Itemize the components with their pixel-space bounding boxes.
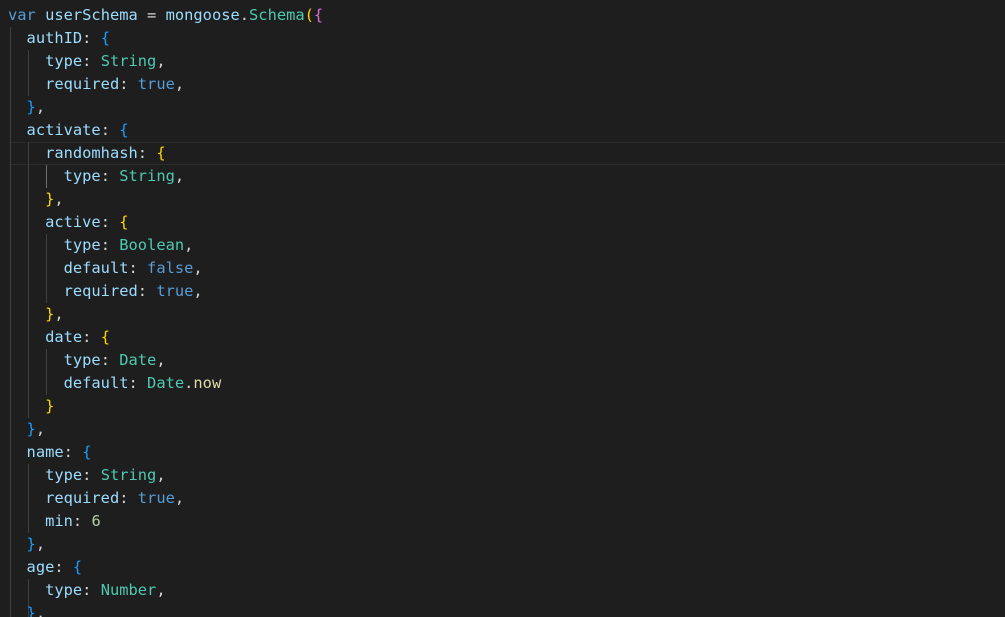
code-line-text: authID: {: [26, 29, 110, 47]
code-line[interactable]: min: 6: [0, 510, 1005, 533]
code-line[interactable]: },: [0, 602, 1005, 617]
code-line[interactable]: type: Date,: [0, 349, 1005, 372]
code-line[interactable]: },: [0, 533, 1005, 556]
code-line[interactable]: active: {: [0, 211, 1005, 234]
code-line[interactable]: name: {: [0, 441, 1005, 464]
code-line-text: type: Date,: [63, 351, 166, 369]
code-line-text: },: [26, 420, 46, 438]
code-line[interactable]: activate: {: [0, 119, 1005, 142]
code-line-text: type: Number,: [45, 581, 166, 599]
code-line-text: age: {: [26, 558, 83, 576]
code-line[interactable]: type: String,: [0, 165, 1005, 188]
code-line-text: type: String,: [45, 466, 166, 484]
code-line[interactable]: },: [0, 418, 1005, 441]
code-line-text: type: String,: [45, 52, 166, 70]
code-line-text: min: 6: [45, 512, 101, 530]
code-line-text: },: [26, 604, 46, 617]
code-line-text: active: {: [45, 213, 129, 231]
code-line[interactable]: },: [0, 188, 1005, 211]
code-line[interactable]: }: [0, 395, 1005, 418]
code-line-text: var userSchema = mongoose.Schema({: [8, 6, 324, 24]
code-line[interactable]: },: [0, 303, 1005, 326]
code-line-text: required: true,: [63, 282, 203, 300]
code-line[interactable]: type: Number,: [0, 579, 1005, 602]
code-editor[interactable]: var userSchema = mongoose.Schema({ authI…: [0, 0, 1005, 617]
code-line-text: },: [26, 98, 46, 116]
code-line-text: type: String,: [63, 167, 185, 185]
code-line[interactable]: age: {: [0, 556, 1005, 579]
code-line-text: },: [45, 305, 64, 323]
code-line[interactable]: date: {: [0, 326, 1005, 349]
code-line-text: required: true,: [45, 489, 185, 507]
code-line[interactable]: authID: {: [0, 27, 1005, 50]
code-line-text: },: [26, 535, 46, 553]
code-line[interactable]: },: [0, 96, 1005, 119]
code-line-text: default: Date.now: [63, 374, 222, 392]
code-line-text: date: {: [45, 328, 110, 346]
code-line[interactable]: default: Date.now: [0, 372, 1005, 395]
code-line[interactable]: type: String,: [0, 50, 1005, 73]
code-line-text: required: true,: [45, 75, 185, 93]
code-line[interactable]: var userSchema = mongoose.Schema({: [0, 4, 1005, 27]
code-line-text: randomhash: {: [45, 144, 166, 162]
code-line-text: }: [45, 397, 55, 415]
code-line-text: },: [45, 190, 64, 208]
code-line[interactable]: required: true,: [0, 280, 1005, 303]
code-line-text: default: false,: [63, 259, 203, 277]
code-line[interactable]: required: true,: [0, 487, 1005, 510]
code-line-text: activate: {: [26, 121, 129, 139]
code-line-text: type: Boolean,: [63, 236, 194, 254]
code-line[interactable]: required: true,: [0, 73, 1005, 96]
code-line[interactable]: type: String,: [0, 464, 1005, 487]
code-line[interactable]: type: Boolean,: [0, 234, 1005, 257]
code-line-text: name: {: [26, 443, 92, 461]
code-line[interactable]: default: false,: [0, 257, 1005, 280]
code-line[interactable]: randomhash: {: [0, 142, 1005, 165]
